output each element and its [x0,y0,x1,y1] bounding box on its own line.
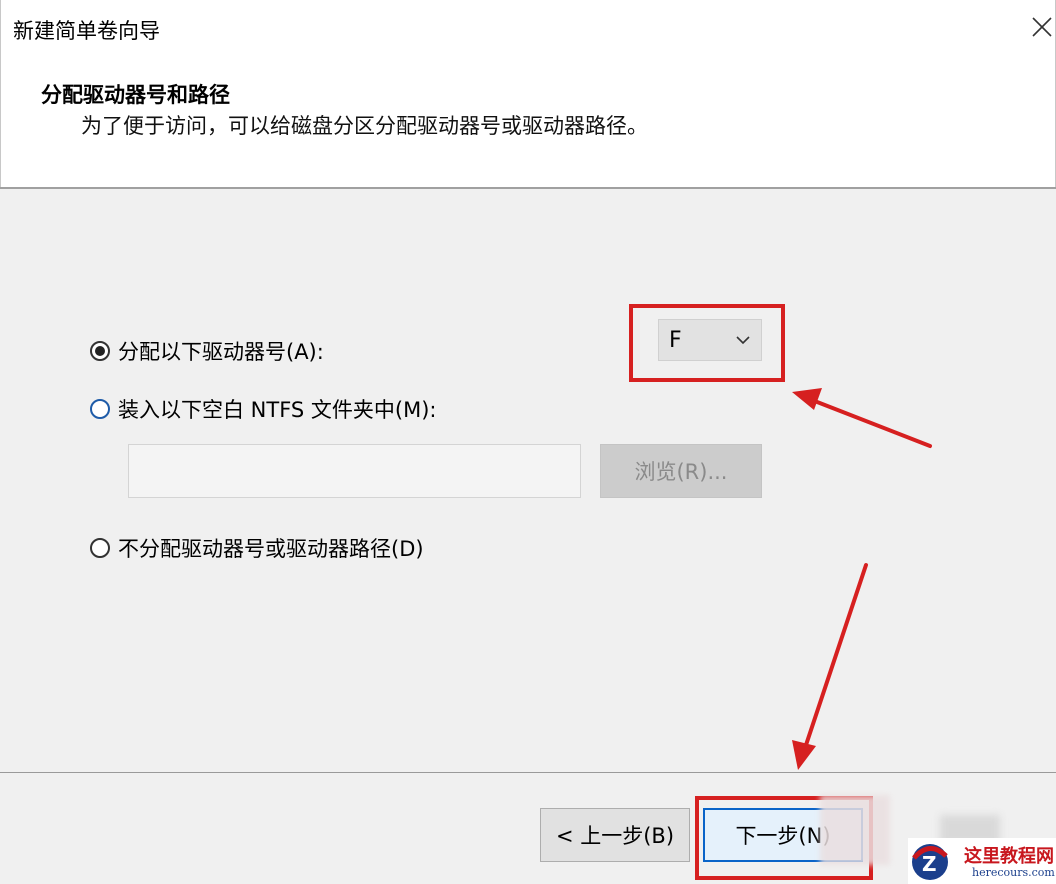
site-logo-icon: Z [912,844,948,880]
header-divider [0,187,1056,189]
wizard-window: 新建简单卷向导 分配驱动器号和路径 为了便于访问，可以给磁盘分区分配驱动器号或驱… [0,0,1056,884]
no-assign-radio[interactable] [90,538,110,558]
no-assign-label: 不分配驱动器号或驱动器路径(D) [118,537,424,561]
mount-folder-label: 装入以下空白 NTFS 文件夹中(M): [118,398,437,422]
svg-text:Z: Z [922,852,937,876]
folder-path-input[interactable] [128,444,581,498]
no-assign-option[interactable]: 不分配驱动器号或驱动器路径(D) [90,533,424,563]
assign-letter-option[interactable]: 分配以下驱动器号(A): [90,336,324,366]
mount-folder-radio[interactable] [90,399,110,419]
footer-divider [0,772,1056,773]
wizard-header: 新建简单卷向导 分配驱动器号和路径 为了便于访问，可以给磁盘分区分配驱动器号或驱… [0,0,1056,187]
window-title: 新建简单卷向导 [13,19,160,43]
back-button[interactable]: < 上一步(B) [540,808,690,862]
close-icon[interactable] [1027,12,1056,42]
arrow-to-dropdown [792,388,932,448]
dropdown-highlight-box [629,304,785,382]
watermark-url: herecours.com [972,866,1055,879]
page-subheading: 为了便于访问，可以给磁盘分区分配驱动器号或驱动器路径。 [81,114,648,138]
mount-folder-option[interactable]: 装入以下空白 NTFS 文件夹中(M): [90,394,437,424]
watermark-name: 这里教程网 [964,846,1054,867]
arrow-to-next-button [792,563,868,770]
page-heading: 分配驱动器号和路径 [41,83,230,107]
browse-button[interactable]: 浏览(R)... [600,444,762,498]
watermark-logo: Z 这里教程网 herecours.com [908,838,1056,884]
assign-letter-radio[interactable] [90,341,110,361]
assign-letter-label: 分配以下驱动器号(A): [118,340,324,364]
blur-patch [820,795,890,865]
